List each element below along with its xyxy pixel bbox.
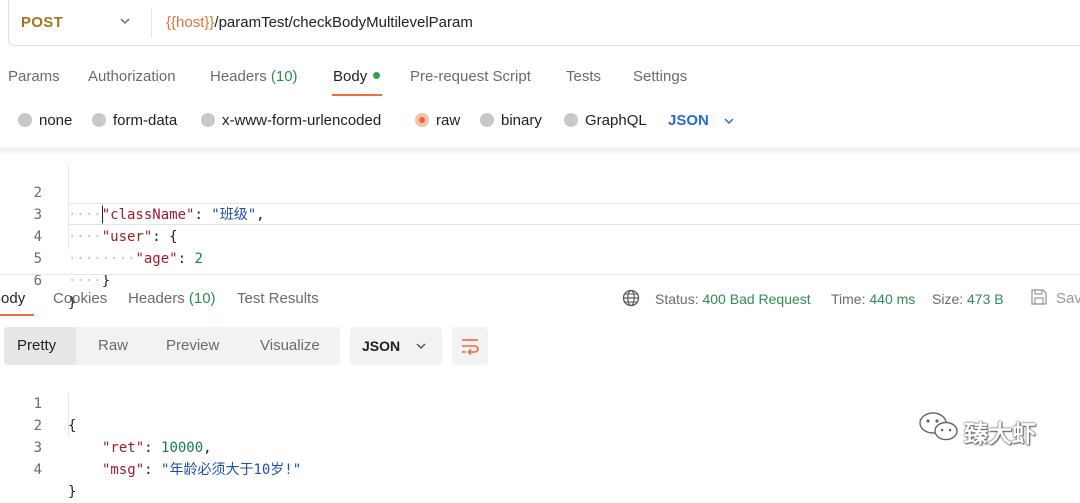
radio-graphql[interactable]: GraphQL bbox=[564, 112, 647, 129]
radio-x-www-form-urlencoded[interactable]: x-www-form-urlencoded bbox=[201, 112, 381, 129]
radio-circle-selected bbox=[415, 113, 429, 127]
response-view-modes: Pretty Raw Preview Visualize bbox=[4, 327, 340, 365]
radio-form-data[interactable]: form-data bbox=[92, 112, 177, 129]
radio-circle bbox=[564, 113, 578, 127]
tab-params[interactable]: Params bbox=[8, 68, 60, 85]
view-visualize[interactable]: Visualize bbox=[260, 337, 320, 354]
response-time[interactable]: Time: 440 ms bbox=[831, 291, 915, 307]
raw-format-select[interactable]: JSON bbox=[668, 112, 709, 129]
wrap-lines-icon bbox=[462, 339, 479, 355]
view-preview[interactable]: Preview bbox=[166, 337, 219, 354]
save-icon[interactable] bbox=[1030, 288, 1048, 306]
tab-pre-request-script[interactable]: Pre-request Script bbox=[410, 68, 531, 85]
request-code-line[interactable]: 4 ········"age": 2 bbox=[0, 204, 1080, 267]
response-active-underline bbox=[0, 314, 34, 316]
tab-headers[interactable]: Headers (10) bbox=[210, 68, 298, 85]
request-code-line[interactable]: 3 ····"user": { bbox=[0, 182, 1080, 245]
pane-divider[interactable] bbox=[0, 274, 1080, 275]
radio-none[interactable]: none bbox=[18, 112, 72, 129]
save-response-button[interactable]: Save bbox=[1056, 290, 1080, 307]
code-text: } bbox=[68, 484, 77, 500]
url-bar: POST {{host}}/paramTest/checkBodyMultile… bbox=[8, 0, 1080, 46]
url-input[interactable]: {{host}}/paramTest/checkBodyMultilevelPa… bbox=[166, 14, 473, 31]
response-tab-test-results[interactable]: Test Results bbox=[237, 290, 319, 307]
response-size[interactable]: Size: 473 B bbox=[932, 291, 1004, 307]
radio-circle bbox=[201, 113, 215, 127]
request-code-line[interactable]: 6 } bbox=[0, 248, 1080, 311]
radio-binary[interactable]: binary bbox=[480, 112, 542, 129]
chevron-down-icon bbox=[416, 343, 426, 350]
radio-circle bbox=[92, 113, 106, 127]
response-code-line[interactable]: 1 { bbox=[0, 371, 1080, 434]
chevron-down-icon[interactable] bbox=[722, 114, 736, 128]
code-text: "msg": "年龄必须大于10岁!" bbox=[102, 462, 302, 478]
text-cursor bbox=[102, 206, 103, 223]
watermark-text: 臻大虾 bbox=[964, 421, 1036, 448]
tab-settings[interactable]: Settings bbox=[633, 68, 687, 85]
view-raw[interactable]: Raw bbox=[98, 337, 128, 354]
url-separator bbox=[151, 8, 152, 38]
response-tab-body[interactable]: Body bbox=[0, 290, 25, 307]
line-number: 4 bbox=[33, 462, 42, 478]
response-tab-headers[interactable]: Headers (10) bbox=[128, 290, 216, 307]
url-host-variable: {{host}} bbox=[166, 14, 215, 31]
request-code-line[interactable]: 5 ····} bbox=[0, 226, 1080, 289]
response-tab-cookies[interactable]: Cookies bbox=[53, 290, 107, 307]
watermark: 臻大虾 bbox=[918, 408, 1058, 448]
tab-tests[interactable]: Tests bbox=[566, 68, 601, 85]
response-status[interactable]: Status: 400 Bad Request bbox=[655, 291, 811, 307]
url-path: /paramTest/checkBodyMultilevelParam bbox=[214, 14, 473, 31]
view-pretty[interactable]: Pretty bbox=[17, 337, 56, 354]
tab-body[interactable]: Body bbox=[333, 68, 381, 85]
wrap-lines-button[interactable] bbox=[452, 327, 488, 365]
globe-icon[interactable] bbox=[622, 289, 640, 307]
response-format-label: JSON bbox=[362, 338, 401, 354]
request-tabs: Params Authorization Headers (10) Body P… bbox=[0, 66, 1080, 100]
radio-circle bbox=[18, 113, 32, 127]
chevron-down-icon[interactable] bbox=[117, 13, 133, 29]
body-type-options: none form-data x-www-form-urlencoded raw… bbox=[0, 108, 1080, 134]
radio-circle bbox=[480, 113, 494, 127]
response-format-select[interactable]: JSON bbox=[350, 327, 442, 365]
tab-authorization[interactable]: Authorization bbox=[88, 68, 176, 85]
method-select[interactable]: POST bbox=[21, 14, 63, 31]
editor-top-shadow bbox=[0, 148, 1080, 156]
active-tab-underline bbox=[332, 94, 382, 96]
wechat-icon bbox=[919, 412, 958, 441]
radio-raw[interactable]: raw bbox=[415, 112, 460, 129]
body-indicator-dot bbox=[373, 72, 381, 79]
request-code-line[interactable]: 2 ····"className": "班级", bbox=[0, 160, 1080, 223]
